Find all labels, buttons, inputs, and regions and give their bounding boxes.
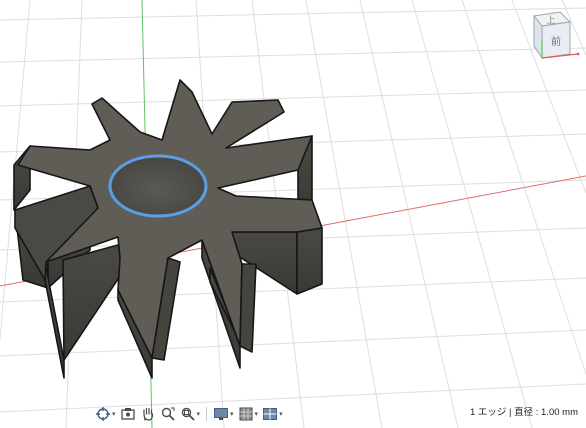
chevron-down-icon: ▾	[254, 409, 259, 418]
zoom-button[interactable]	[159, 405, 177, 423]
grid-settings-button[interactable]: ▾	[237, 405, 260, 423]
toolbar-divider	[206, 407, 208, 421]
chevron-down-icon: ▾	[230, 409, 234, 418]
viewports-icon	[263, 408, 278, 420]
viewports-button[interactable]: ▾	[261, 405, 284, 423]
3d-viewport-canvas[interactable]	[0, 0, 586, 428]
chevron-down-icon: ▾	[196, 409, 201, 418]
viewcube-top-label: 上	[546, 15, 555, 26]
orbit-button[interactable]: ▾	[94, 405, 117, 423]
selection-status-text: 1 エッジ | 直径 : 1.00 mm	[469, 407, 578, 418]
navigation-toolbar: ▾ ▾ ▾ ▾ ▾	[94, 404, 284, 424]
pan-button[interactable]	[139, 405, 157, 423]
display-monitor-icon	[214, 408, 229, 420]
fit-button[interactable]: ▾	[179, 405, 202, 423]
look-at-icon	[120, 408, 135, 420]
pan-hand-icon	[142, 407, 153, 421]
grid-icon	[239, 407, 253, 421]
viewcube-front-label: 前	[551, 35, 561, 48]
viewcube[interactable]: 上 前	[520, 10, 582, 62]
orbit-icon	[96, 407, 110, 421]
look-at-button[interactable]	[119, 405, 137, 423]
chevron-down-icon: ▾	[279, 409, 283, 418]
chevron-down-icon: ▾	[112, 409, 116, 418]
zoom-icon	[161, 407, 175, 421]
gear-3d-model[interactable]	[13, 79, 323, 379]
zoom-fit-icon	[181, 407, 195, 421]
display-settings-button[interactable]: ▾	[212, 405, 235, 423]
